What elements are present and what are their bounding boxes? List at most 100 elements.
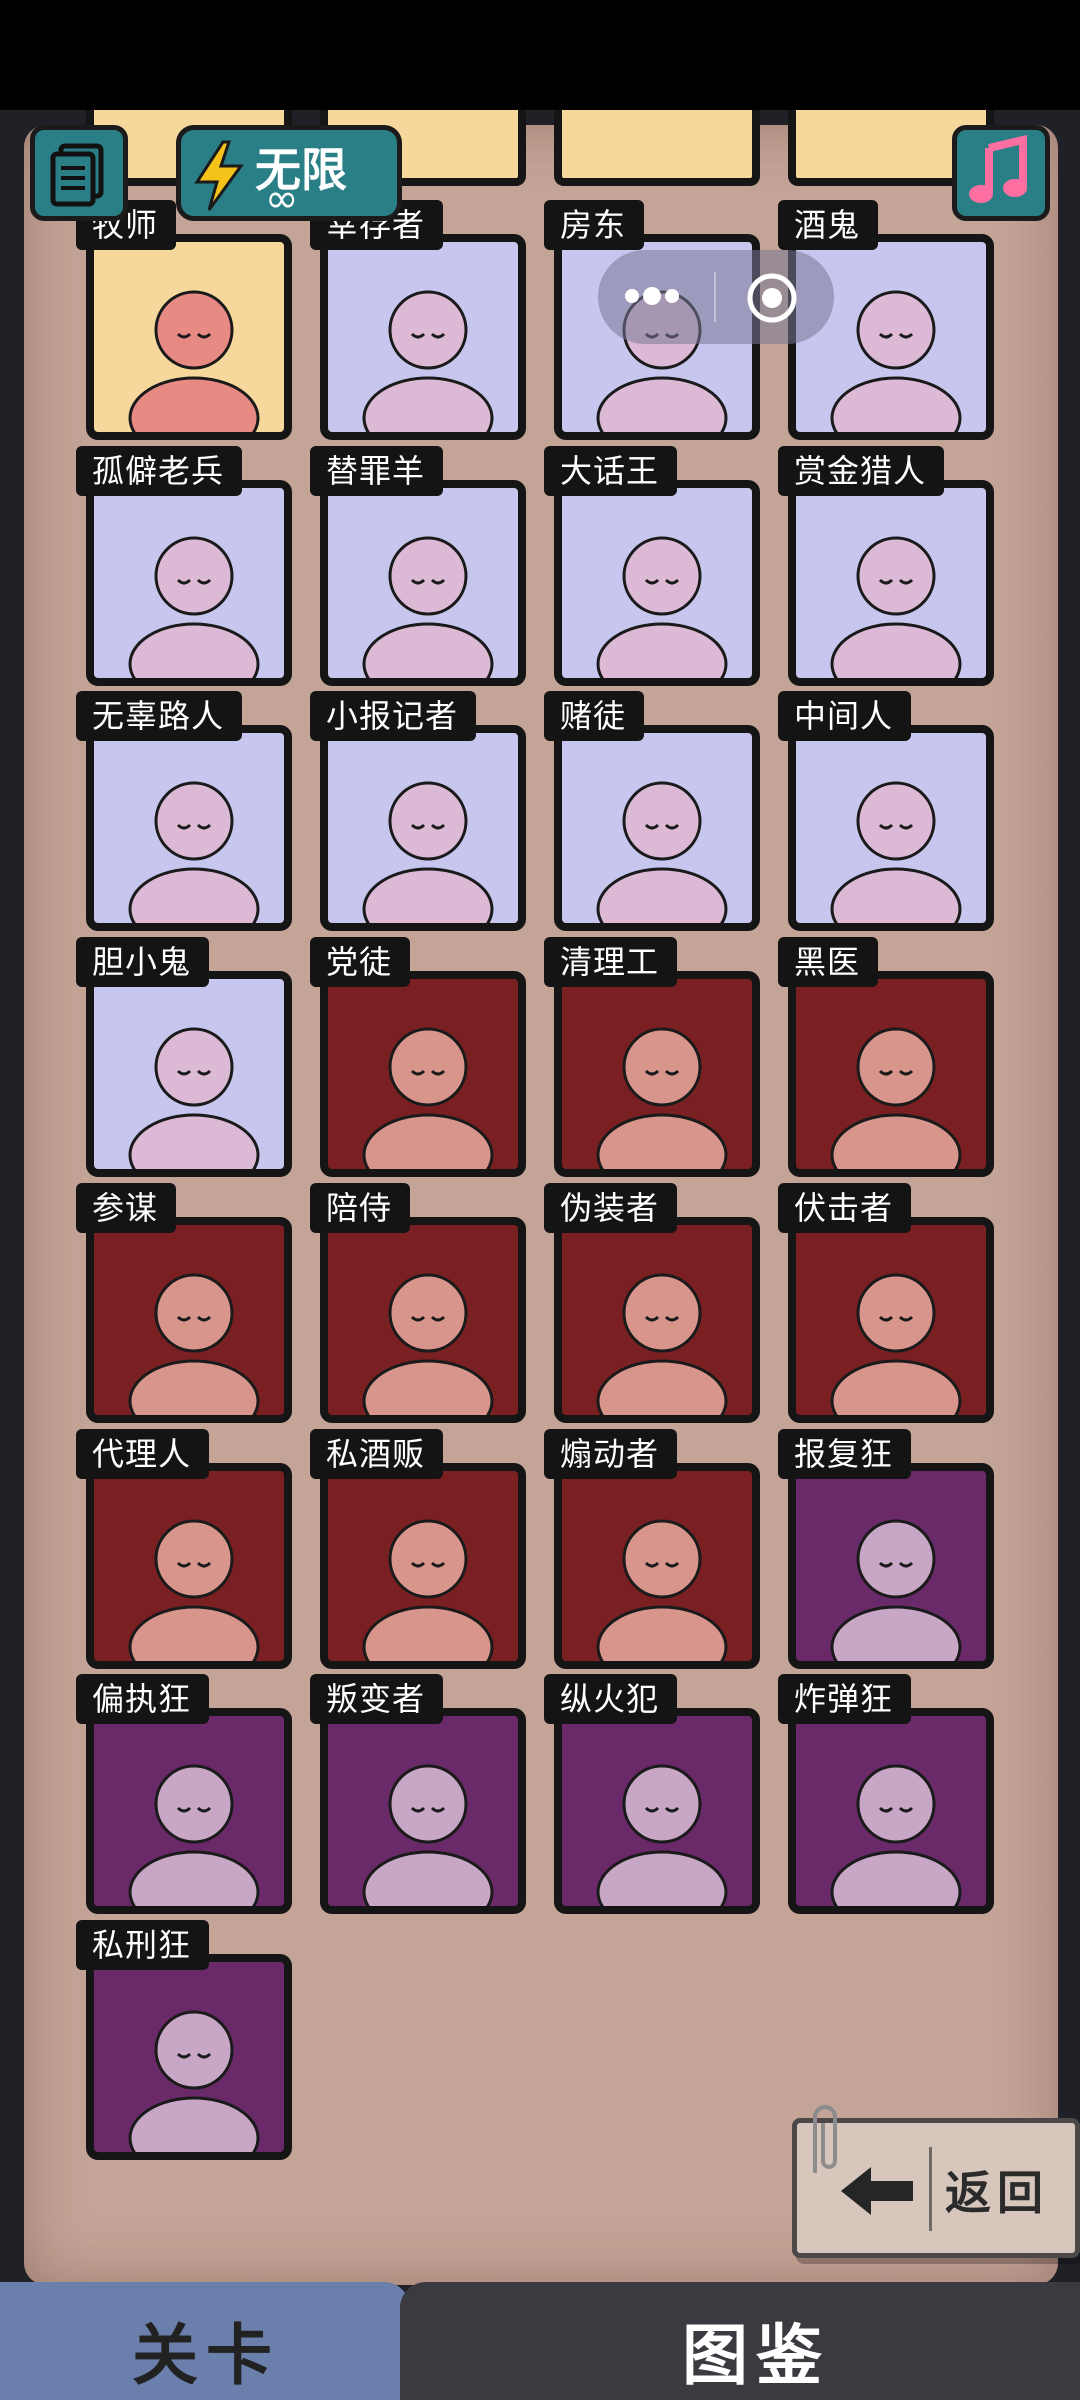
character-illustration <box>596 781 728 923</box>
character-card[interactable] <box>554 971 760 1177</box>
character-card[interactable] <box>320 1217 526 1423</box>
system-capsule <box>598 250 834 344</box>
character-card[interactable] <box>320 1708 526 1914</box>
target-close-icon[interactable] <box>744 270 800 326</box>
character-name-tag: 偏执狂 <box>76 1674 210 1724</box>
character-card[interactable] <box>86 725 292 931</box>
character-illustration <box>128 1273 260 1415</box>
character-card[interactable] <box>320 971 526 1177</box>
character-name-tag: 酒鬼 <box>778 200 879 250</box>
back-button[interactable]: 返回 <box>792 2105 1080 2258</box>
energy-button[interactable]: 无限 ∞ <box>176 125 402 222</box>
character-illustration <box>830 781 962 923</box>
tab-gallery-label: 图鉴 <box>682 2317 830 2394</box>
character-name-tag: 私刑狂 <box>76 1920 210 1970</box>
arrow-left-icon <box>841 2167 913 2215</box>
character-name-tag: 孤僻老兵 <box>76 446 243 496</box>
character-name-tag: 赏金猎人 <box>778 446 945 496</box>
character-name-tag: 伏击者 <box>778 1183 912 1233</box>
paperclip-icon <box>813 2105 837 2173</box>
document-stack-icon <box>50 143 104 207</box>
character-name-tag: 胆小鬼 <box>76 937 210 987</box>
character-name-tag: 大话王 <box>544 446 678 496</box>
character-illustration <box>362 1519 494 1661</box>
character-name-tag: 煽动者 <box>544 1429 678 1479</box>
character-name-tag: 清理工 <box>544 937 678 987</box>
character-card[interactable] <box>320 480 526 686</box>
character-card[interactable] <box>788 1463 994 1669</box>
character-illustration <box>830 1027 962 1169</box>
character-card[interactable] <box>86 971 292 1177</box>
character-illustration <box>128 781 260 923</box>
character-name-tag: 私酒贩 <box>310 1429 444 1479</box>
character-card[interactable] <box>320 234 526 440</box>
back-divider <box>929 2147 932 2231</box>
tab-gallery[interactable]: 图鉴 <box>400 2282 1080 2400</box>
character-illustration <box>128 1519 260 1661</box>
character-name-tag: 房东 <box>544 200 645 250</box>
character-name-tag: 小报记者 <box>310 691 477 741</box>
character-illustration <box>128 1764 260 1906</box>
character-name-tag: 纵火犯 <box>544 1674 678 1724</box>
character-card[interactable] <box>554 1217 760 1423</box>
character-name-tag: 党徒 <box>310 937 411 987</box>
tab-levels[interactable]: 关卡 <box>0 2282 410 2400</box>
character-name-tag: 伪装者 <box>544 1183 678 1233</box>
character-card[interactable] <box>554 1708 760 1914</box>
document-button[interactable] <box>30 125 128 221</box>
character-name-tag: 炸弹狂 <box>778 1674 912 1724</box>
character-card[interactable] <box>320 725 526 931</box>
character-illustration <box>362 536 494 678</box>
lightning-icon <box>194 140 244 211</box>
character-card[interactable] <box>86 1463 292 1669</box>
character-illustration <box>596 536 728 678</box>
character-card[interactable] <box>86 234 292 440</box>
character-card[interactable] <box>86 1954 292 2160</box>
character-illustration <box>362 1764 494 1906</box>
character-illustration <box>830 1273 962 1415</box>
capsule-divider <box>714 272 716 322</box>
character-name-tag: 黑医 <box>778 937 879 987</box>
character-card[interactable] <box>788 480 994 686</box>
back-label: 返回 <box>945 2166 1049 2220</box>
character-name-tag: 无辜路人 <box>76 691 243 741</box>
character-illustration <box>362 1273 494 1415</box>
character-illustration <box>128 536 260 678</box>
character-illustration <box>830 1764 962 1906</box>
character-card[interactable] <box>86 1217 292 1423</box>
character-illustration <box>362 781 494 923</box>
character-illustration <box>596 1273 728 1415</box>
character-name-tag: 赌徒 <box>544 691 645 741</box>
character-card[interactable] <box>86 1708 292 1914</box>
character-card[interactable] <box>86 480 292 686</box>
more-dots-icon[interactable] <box>618 276 688 316</box>
character-illustration <box>830 536 962 678</box>
character-illustration <box>128 290 260 432</box>
character-card[interactable] <box>554 1463 760 1669</box>
status-bar <box>0 0 1080 110</box>
character-illustration <box>362 290 494 432</box>
character-card[interactable] <box>788 725 994 931</box>
character-card[interactable] <box>554 725 760 931</box>
character-name-tag: 代理人 <box>76 1429 210 1479</box>
character-card[interactable] <box>320 1463 526 1669</box>
character-name-tag: 报复狂 <box>778 1429 912 1479</box>
character-name-tag: 陪侍 <box>310 1183 411 1233</box>
character-card[interactable] <box>788 971 994 1177</box>
character-illustration <box>128 2010 260 2152</box>
character-name-tag: 叛变者 <box>310 1674 444 1724</box>
music-button[interactable] <box>952 125 1050 221</box>
tab-levels-label: 关卡 <box>132 2317 280 2394</box>
character-card[interactable] <box>788 1217 994 1423</box>
character-card[interactable] <box>788 1708 994 1914</box>
character-illustration <box>596 1764 728 1906</box>
character-name-tag: 替罪羊 <box>310 446 444 496</box>
character-card[interactable] <box>554 480 760 686</box>
character-illustration <box>362 1027 494 1169</box>
infinity-symbol: ∞ <box>265 176 299 222</box>
character-illustration <box>128 1027 260 1169</box>
character-illustration <box>596 1027 728 1169</box>
character-name-tag: 中间人 <box>778 691 912 741</box>
card-partial[interactable] <box>554 110 760 186</box>
character-name-tag: 参谋 <box>76 1183 177 1233</box>
